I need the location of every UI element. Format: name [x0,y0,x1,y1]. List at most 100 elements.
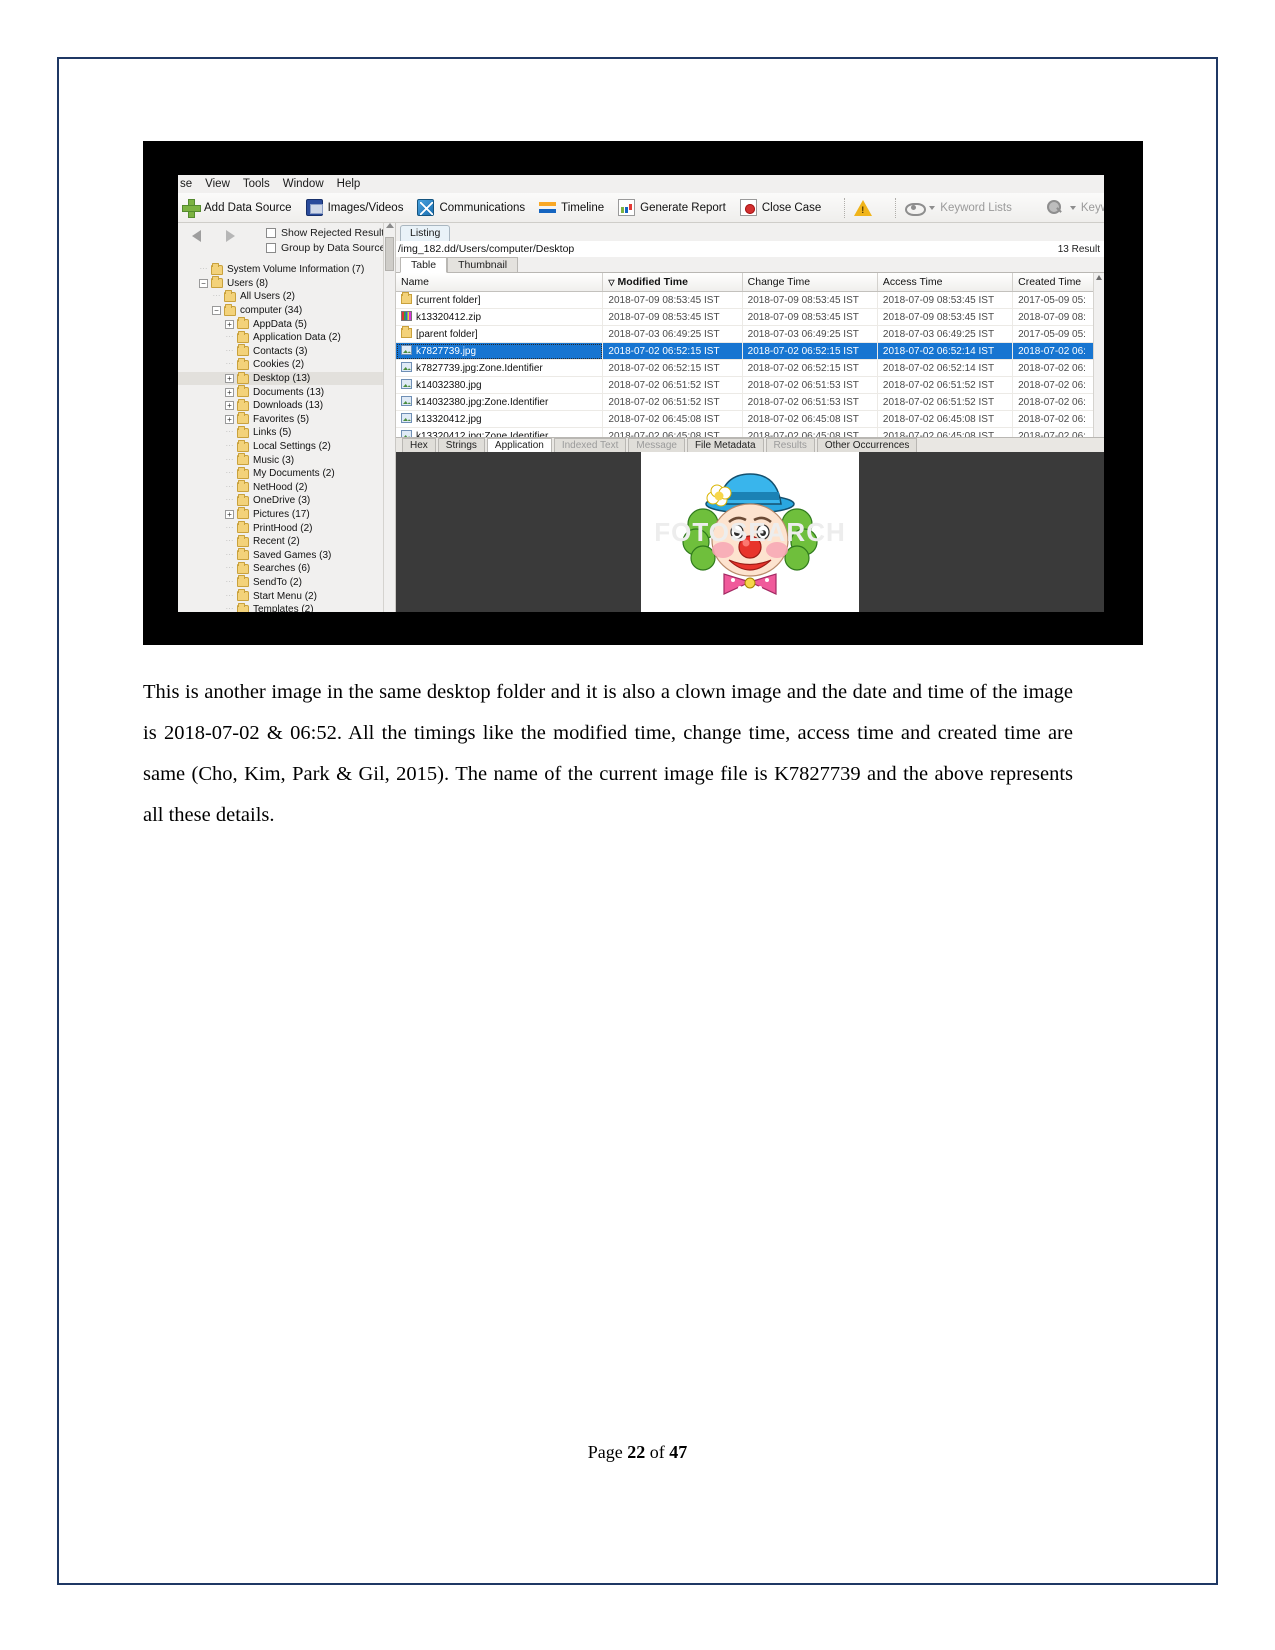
tab-listing[interactable]: Listing [400,225,451,241]
menu-item-help[interactable]: Help [337,178,361,190]
viewer-tab-results[interactable]: Results [765,438,815,452]
menu-item-view[interactable]: View [205,178,230,190]
tree-vertical-scrollbar[interactable] [383,223,395,612]
back-button[interactable] [184,227,208,245]
tree-node[interactable]: − Users (8) [178,276,383,291]
generate-report-button[interactable]: Generate Report [618,199,726,216]
content-viewer: Hex Strings Application Indexed Text Message… [396,437,1104,612]
viewer-tab-file-metadata[interactable]: File Metadata [686,438,764,452]
viewer-tab-strings[interactable]: Strings [437,438,485,452]
cell-access-time: 2018-07-02 06:52:14 IST [877,342,1014,360]
tree-node[interactable]: ··· Application Data (2) [178,330,383,345]
tree-node[interactable]: ··· Links (5) [178,425,383,440]
tab-table[interactable]: Table [400,257,448,273]
tree-node[interactable]: ··· SendTo (2) [178,575,383,590]
tree-node[interactable]: ··· Recent (2) [178,534,383,549]
menu-item-case[interactable]: se [180,178,192,190]
column-header-change-time[interactable]: Change Time [742,273,878,292]
tree-node[interactable]: + Downloads (13) [178,398,383,413]
menu-item-tools[interactable]: Tools [243,178,270,190]
current-path: /img_182.dd/Users/computer/Desktop [398,243,575,255]
expand-plus-icon[interactable]: + [225,374,234,384]
content-viewer-tabs[interactable]: Hex Strings Application Indexed Text Message… [396,437,1104,452]
keyword-search-button[interactable]: Keyword Search [1046,199,1104,216]
communications-label: Communications [439,201,526,214]
cell-name: k7827739.jpg [396,342,604,360]
tree-scroll-thumb[interactable] [385,237,394,271]
expand-plus-icon[interactable]: + [225,401,234,411]
tree-node-label: NetHood (2) [253,481,308,493]
tree-panel: Show Rejected Results Group by Data Sour… [178,223,396,612]
tree-node[interactable]: ··· Cookies (2) [178,357,383,372]
tree-node-label: Templates (2) [253,604,314,612]
tree-node[interactable]: ··· OneDrive (3) [178,493,383,508]
forward-button[interactable] [218,227,242,245]
cell-created-time: 2018-07-02 06: [1012,393,1104,411]
scroll-up-arrow-icon[interactable] [386,223,394,228]
column-header-created-time[interactable]: Created Time [1012,273,1104,292]
table-row[interactable]: k7827739.jpg 2018-07-02 06:52:15 IST 2018-… [396,342,1104,360]
table-row[interactable]: k13320412.jpg 2018-07-02 06:45:08 IST 2018… [396,410,1104,428]
collapse-minus-icon[interactable]: − [199,278,208,288]
table-row[interactable]: k14032380.jpg 2018-07-02 06:51:52 IST 2018… [396,376,1104,394]
show-rejected-results-checkbox[interactable]: Show Rejected Results [266,225,390,240]
timeline-button[interactable]: Timeline [539,199,604,216]
table-row[interactable]: [parent folder] 2018-07-03 06:49:25 IST 20… [396,325,1104,343]
table-row[interactable]: k7827739.jpg:Zone.Identifier 2018-07-02 0… [396,359,1104,377]
tree-node[interactable]: ··· Templates (2) [178,602,383,612]
tree-node[interactable]: ··· Contacts (3) [178,344,383,359]
tree-node[interactable]: ··· All Users (2) [178,289,383,304]
add-data-source-button[interactable]: Add Data Source [182,199,292,218]
tree-node[interactable]: + Desktop (13) [178,371,383,386]
tree-node[interactable]: + Favorites (5) [178,412,383,427]
warnings-button[interactable] [854,199,873,216]
tree-node[interactable]: + AppData (5) [178,317,383,331]
images-videos-button[interactable]: Images/Videos [305,199,403,216]
viewer-tab-other-occurrences[interactable]: Other Occurrences [816,438,918,452]
tab-thumbnail[interactable]: Thumbnail [447,257,519,272]
viewer-tab-message[interactable]: Message [628,438,685,452]
tree-node[interactable]: ··· Local Settings (2) [178,439,383,454]
tree-node[interactable]: ··· Saved Games (3) [178,548,383,562]
directory-tree[interactable]: ··· System Volume Information (7) − Users (… [178,263,383,612]
table-row[interactable]: k14032380.jpg:Zone.Identifier 2018-07-02 … [396,393,1104,411]
checkbox-box-group [266,242,276,253]
communications-button[interactable]: Communications [417,199,525,216]
tree-node[interactable]: ··· NetHood (2) [178,480,383,495]
tree-node[interactable]: ··· Music (3) [178,453,383,467]
close-case-button[interactable]: Close Case [739,199,821,216]
cell-change-time: 2018-07-09 08:53:45 IST [742,291,878,309]
menu-item-window[interactable]: Window [283,178,324,190]
expand-plus-icon[interactable]: + [225,509,234,519]
listing-scroll-up-icon[interactable] [1096,275,1102,280]
column-header-modified-time[interactable]: ▽ Modified Time [602,273,743,292]
tree-node[interactable]: ··· System Volume Information (7) [178,263,383,277]
result-count-label: 13 Result [1057,243,1100,255]
table-row[interactable]: [current folder] 2018-07-09 08:53:45 IST 2… [396,291,1104,309]
expand-plus-icon[interactable]: + [225,414,234,424]
viewer-tab-hex[interactable]: Hex [402,438,436,452]
tree-node[interactable]: ··· My Documents (2) [178,466,383,481]
tree-node[interactable]: ··· Start Menu (2) [178,589,383,603]
collapse-minus-icon[interactable]: − [212,306,221,316]
tree-node[interactable]: + Pictures (17) [178,507,383,522]
folder-icon [237,548,249,561]
menu-bar[interactable]: se View Tools Window Help [178,175,1104,193]
tree-node[interactable]: + Documents (13) [178,385,383,399]
tree-node[interactable]: ··· PrintHood (2) [178,521,383,535]
table-row[interactable]: k13320412.zip 2018-07-09 08:53:45 IST 2018… [396,308,1104,326]
listing-vertical-scrollbar[interactable] [1093,273,1104,449]
tree-node-label: Local Settings (2) [253,441,331,453]
column-header-access-time[interactable]: Access Time [877,273,1014,292]
tree-node-label: Saved Games (3) [253,549,332,561]
tree-node[interactable]: − computer (34) [178,303,383,318]
column-header-name[interactable]: Name [396,273,604,292]
tree-node[interactable]: ··· Searches (6) [178,561,383,576]
keyword-lists-button[interactable]: Keyword Lists [905,199,1012,216]
group-by-data-source-checkbox[interactable]: Group by Data Source [266,240,390,255]
viewer-tab-indexed-text[interactable]: Indexed Text [553,438,627,452]
folder-icon [237,385,249,398]
viewer-tab-application[interactable]: Application [486,438,552,452]
expand-plus-icon[interactable]: + [225,319,234,329]
expand-plus-icon[interactable]: + [225,387,234,397]
